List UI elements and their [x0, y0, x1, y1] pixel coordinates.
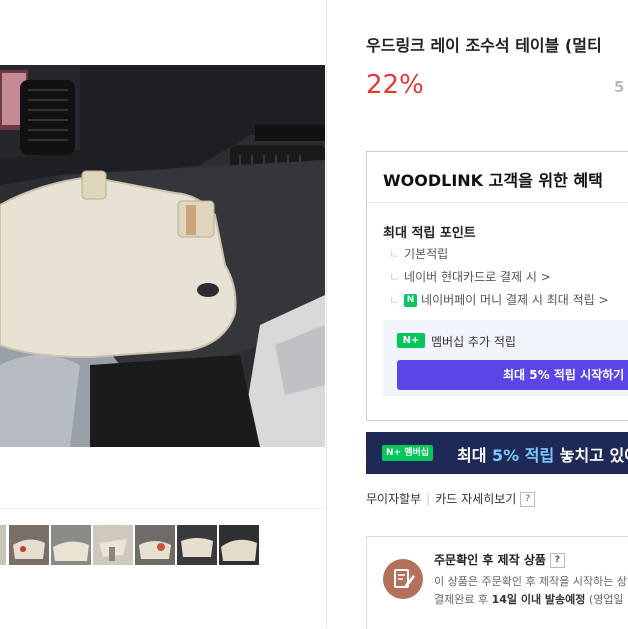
product-title: 우드링크 레이 조수석 테이블 (멀티: [366, 36, 602, 55]
card-details-link[interactable]: 카드 자세히보기: [435, 492, 516, 506]
basic-points-item: ㄴ 기본적립: [389, 247, 449, 261]
benefit-panel: WOODLINK 고객을 위한 혜택 최대 적립 포인트 ㄴ 기본적립 ㄴ 네이버 …: [366, 151, 628, 421]
banner-text: 최대 5% 적립 놓치고 있어: [457, 442, 628, 466]
made-to-order-notice: 주문확인 후 제작 상품? 이 상품은 주문확인 후 제작을 시작하는 상 결제…: [366, 536, 628, 629]
thumbnail[interactable]: [9, 525, 49, 565]
installment-label: 무이자할부: [366, 492, 422, 506]
shipping-suffix: (영업일: [585, 593, 624, 606]
thumbnail[interactable]: [51, 525, 91, 565]
benefit-divider: [367, 202, 628, 203]
banner-text-suffix: 놓치고 있어: [559, 446, 628, 465]
naver-plus-badge: N+: [397, 333, 425, 348]
membership-badge: N+ 멤버십: [382, 445, 434, 461]
basic-points-label: 기본적립: [404, 247, 449, 261]
points-heading: 최대 적립 포인트: [383, 226, 476, 241]
edit-document-icon: [383, 559, 423, 599]
card-points-item: ㄴ 네이버 현대카드로 결제 시 >: [389, 270, 551, 284]
npay-points-item: ㄴ N 네이버페이 머니 결제 시 최대 적립 >: [389, 293, 609, 307]
notice-title: 주문확인 후 제작 상품?: [434, 551, 565, 568]
thumbnail[interactable]: [93, 525, 133, 565]
npay-money-link[interactable]: 네이버페이 머니 결제 시 최대 적립 >: [421, 293, 609, 307]
original-price: 5: [614, 78, 625, 96]
shipping-days: 14일 이내 발송예정: [491, 593, 586, 606]
shipping-schedule: 결제완료 후 14일 이내 발송예정 (영업일: [434, 591, 624, 607]
membership-banner[interactable]: N+ 멤버십 최대 5% 적립 놓치고 있어: [366, 432, 628, 474]
shipping-prefix: 결제완료 후: [434, 593, 492, 606]
installment-row: 무이자할부 | 카드 자세히보기?: [366, 490, 536, 507]
help-icon[interactable]: ?: [549, 553, 565, 568]
benefit-title: WOODLINK 고객을 위한 혜택: [383, 171, 603, 190]
banner-text-prefix: 최대: [457, 446, 493, 465]
main-product-image[interactable]: [0, 65, 325, 447]
thumbnail[interactable]: [0, 525, 6, 565]
membership-label: 멤버십 추가 적립: [431, 335, 516, 349]
thumbnail-strip: [0, 525, 326, 565]
banner-text-highlight: 5% 적립: [492, 446, 555, 465]
thumbnail[interactable]: [219, 525, 259, 565]
notice-title-text: 주문확인 후 제작 상품: [434, 553, 546, 567]
gallery-divider: [0, 508, 326, 509]
thumbnail[interactable]: [177, 525, 217, 565]
notice-description: 이 상품은 주문확인 후 제작을 시작하는 상: [434, 575, 628, 588]
hyundai-card-link[interactable]: 네이버 현대카드로 결제 시 >: [404, 270, 551, 284]
product-gallery: [0, 0, 327, 628]
help-icon[interactable]: ?: [520, 492, 536, 507]
discount-rate: 22%: [366, 70, 424, 100]
naver-pay-icon: N: [404, 294, 418, 307]
thumbnail[interactable]: [135, 525, 175, 565]
membership-panel: N+ 멤버십 추가 적립 최대 5% 적립 시작하기: [383, 320, 628, 396]
start-membership-button[interactable]: 최대 5% 적립 시작하기: [397, 360, 628, 390]
